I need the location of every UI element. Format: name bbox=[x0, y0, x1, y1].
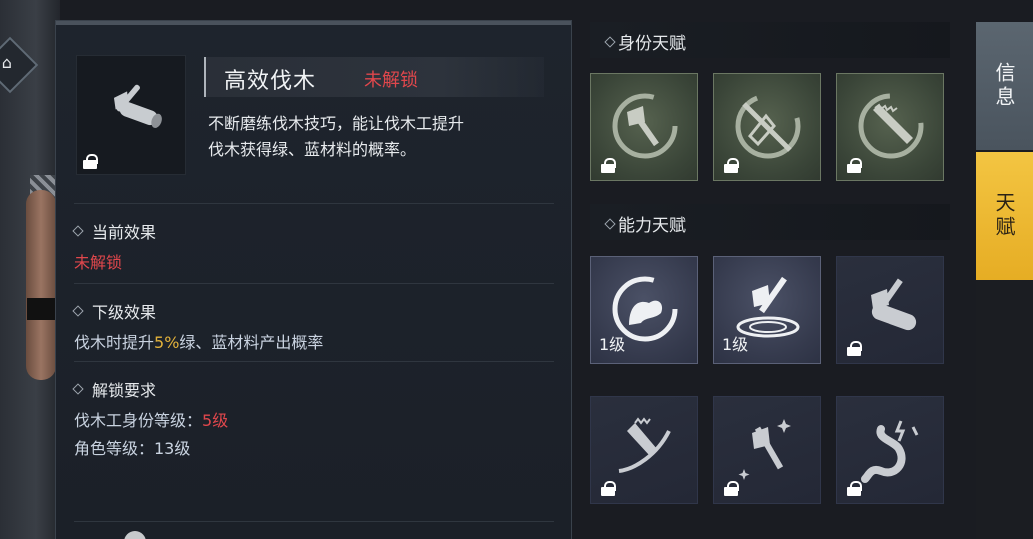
lock-icon bbox=[847, 158, 862, 173]
axe-log-icon bbox=[871, 278, 917, 331]
next-effect-suffix: 绿、蓝材料产出概率 bbox=[179, 333, 324, 352]
diamond-bullet-icon bbox=[72, 383, 84, 395]
lock-icon bbox=[847, 341, 862, 356]
requirement-identity-label: 伐木工身份等级： bbox=[74, 411, 203, 430]
skill-title-bar: 高效伐木 未解锁 bbox=[204, 57, 544, 97]
ability-talent-tile-4[interactable] bbox=[590, 396, 698, 504]
next-effect-highlight: 5% bbox=[154, 333, 180, 352]
identity-talent-tile-2[interactable] bbox=[713, 73, 821, 181]
identity-talent-label: 身份天赋 bbox=[618, 34, 686, 54]
unlock-requirements-section: 解锁要求 伐木工身份等级：5级 角色等级：13级 bbox=[72, 361, 554, 471]
divider bbox=[74, 283, 554, 284]
saw-emblem-icon bbox=[858, 93, 924, 159]
bottom-divider-section bbox=[74, 521, 554, 523]
divider bbox=[74, 521, 554, 522]
lock-icon bbox=[847, 481, 862, 496]
identity-talent-tile-1[interactable] bbox=[590, 73, 698, 181]
next-effect-title: 下级效果 bbox=[72, 299, 157, 323]
skill-name: 高效伐木 bbox=[224, 69, 317, 94]
lock-icon bbox=[724, 481, 739, 496]
skill-status: 未解锁 bbox=[364, 70, 418, 91]
home-button[interactable]: ⌂ bbox=[0, 36, 39, 94]
lock-icon bbox=[601, 481, 616, 496]
chainsaw-icon bbox=[618, 417, 671, 473]
next-effect-value: 伐木时提升5%绿、蓝材料产出概率 bbox=[74, 329, 323, 353]
axe-emblem-crossed-icon bbox=[735, 93, 801, 159]
lock-icon bbox=[601, 158, 616, 173]
unlock-requirements-title: 解锁要求 bbox=[72, 377, 157, 401]
next-effect-label: 下级效果 bbox=[92, 303, 157, 322]
lock-icon bbox=[724, 158, 739, 173]
ability-talent-tile-5[interactable] bbox=[713, 396, 821, 504]
talent-grid: 身份天赋 能力天赋 1级 1级 bbox=[585, 18, 960, 539]
sparkle-axe-icon bbox=[738, 419, 791, 480]
identity-talent-title: 身份天赋 bbox=[604, 29, 686, 54]
identity-talent-tile-3[interactable] bbox=[836, 73, 944, 181]
character-arm bbox=[26, 190, 56, 380]
skill-detail-panel: 高效伐木 未解锁 不断磨练伐木技巧，能让伐木工提升 伐木获得绿、蓝材料的概率。 … bbox=[55, 20, 572, 539]
tab-info[interactable]: 信息 bbox=[976, 22, 1033, 150]
stomach-icon bbox=[861, 420, 919, 483]
skill-description: 不断磨练伐木技巧，能让伐木工提升 伐木获得绿、蓝材料的概率。 bbox=[208, 111, 548, 163]
axe-emblem-icon bbox=[612, 93, 678, 159]
current-effect-title: 当前效果 bbox=[72, 219, 157, 243]
current-effect-value: 未解锁 bbox=[74, 253, 123, 272]
ability-talent-tile-3[interactable] bbox=[836, 256, 944, 364]
next-effect-prefix: 伐木时提升 bbox=[74, 333, 155, 352]
side-tabs: 信息 天赋 bbox=[976, 22, 1033, 539]
ability-talent-tile-2[interactable]: 1级 bbox=[713, 256, 821, 364]
tab-talent[interactable]: 天赋 bbox=[976, 152, 1033, 280]
requirement-character-level: 角色等级：13级 bbox=[74, 439, 191, 458]
ability-talent-header: 能力天赋 bbox=[590, 204, 950, 240]
skill-icon-frame bbox=[76, 55, 186, 175]
diamond-bullet-icon bbox=[72, 225, 84, 237]
next-effect-section: 下级效果 伐木时提升5%绿、蓝材料产出概率 bbox=[72, 283, 554, 363]
lock-icon bbox=[83, 154, 98, 169]
requirement-identity-level: 伐木工身份等级：5级 bbox=[74, 407, 228, 431]
ability-talent-title: 能力天赋 bbox=[604, 211, 686, 236]
character-wristband bbox=[27, 298, 55, 320]
description-line-2: 伐木获得绿、蓝材料的概率。 bbox=[208, 140, 417, 159]
identity-talent-header: 身份天赋 bbox=[590, 22, 950, 58]
unlock-requirements-label: 解锁要求 bbox=[92, 381, 157, 400]
diamond-bullet-icon bbox=[604, 217, 616, 230]
current-effect-label: 当前效果 bbox=[92, 223, 157, 242]
ability-level: 1级 bbox=[722, 335, 749, 354]
ability-level: 1级 bbox=[599, 335, 626, 354]
current-effect-section: 当前效果 未解锁 bbox=[72, 203, 554, 273]
ability-talent-tile-1[interactable]: 1级 bbox=[590, 256, 698, 364]
divider bbox=[74, 361, 554, 362]
axe-log-icon bbox=[113, 84, 162, 128]
home-icon: ⌂ bbox=[1, 53, 12, 73]
character-preview: ⌂ bbox=[0, 0, 60, 539]
ability-talent-tile-6[interactable] bbox=[836, 396, 944, 504]
description-line-1: 不断磨练伐木技巧，能让伐木工提升 bbox=[208, 114, 465, 133]
diamond-bullet-icon bbox=[72, 305, 84, 317]
divider bbox=[74, 203, 554, 204]
ability-talent-label: 能力天赋 bbox=[618, 216, 686, 236]
panel-top-bar bbox=[56, 21, 571, 25]
diamond-bullet-icon bbox=[604, 35, 616, 48]
requirement-identity-value: 5级 bbox=[202, 411, 229, 430]
currency-coin-icon bbox=[124, 531, 146, 539]
